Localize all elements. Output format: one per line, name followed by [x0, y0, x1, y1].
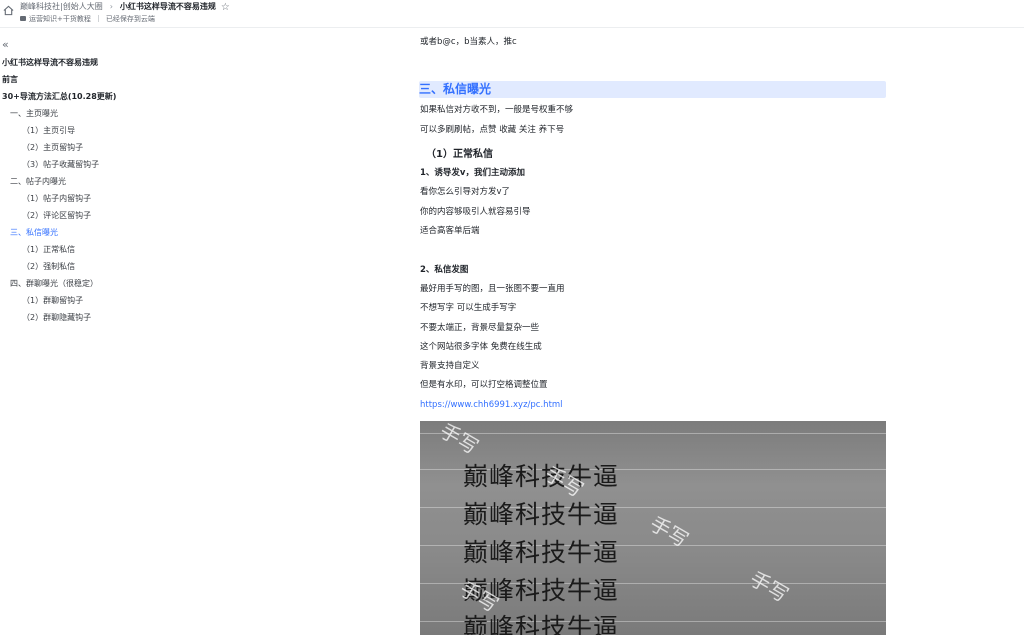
paragraph: 背景支持自定义: [420, 361, 480, 371]
item-title: 2、私信发图: [420, 265, 469, 275]
watermark: 手写: [745, 566, 793, 608]
paragraph: 不想写字 可以生成手写字: [420, 303, 517, 313]
toc-item[interactable]: （1）正常私信: [22, 245, 75, 255]
toc-item[interactable]: （2）强制私信: [22, 262, 75, 272]
paragraph: 看你怎么引导对方发v了: [420, 187, 511, 197]
toc-item[interactable]: （1）帖子内留钩子: [22, 194, 91, 204]
breadcrumb-parent[interactable]: 巅峰科技社|创始人大圈: [20, 2, 103, 11]
toc-item[interactable]: 二、帖子内曝光: [10, 177, 66, 187]
toc-item[interactable]: 30+导流方法汇总(10.28更新): [2, 92, 116, 102]
toc-item[interactable]: （2）评论区留钩子: [22, 211, 91, 221]
paragraph: 或者b@c，b当素人，推c: [420, 37, 517, 47]
breadcrumb-separator: ›: [109, 2, 113, 11]
watermark: 手写: [645, 511, 693, 553]
toc-item[interactable]: （1）主页引导: [22, 126, 75, 136]
handwriting-image[interactable]: 巅峰科技牛逼 巅峰科技牛逼 巅峰科技牛逼 巅峰科技牛逼 巅峰科技牛逼 手写 手写…: [420, 421, 886, 635]
toc-item[interactable]: （3）帖子收藏留钩子: [22, 160, 99, 170]
star-icon[interactable]: ☆: [221, 2, 230, 13]
paragraph: 适合高客单后端: [420, 226, 480, 236]
toc-item[interactable]: 一、主页曝光: [10, 109, 58, 119]
divider: [97, 15, 99, 22]
section-heading: 三、私信曝光: [419, 81, 886, 98]
toc-item[interactable]: 小红书这样导流不容易违规: [2, 58, 98, 68]
toc-item[interactable]: （1）群聊留钩子: [22, 296, 83, 306]
paragraph: 但是有水印，可以打空格调整位置: [420, 380, 548, 390]
toc-item[interactable]: （2）主页留钩子: [22, 143, 83, 153]
toc-item[interactable]: （2）群聊隐藏钩子: [22, 313, 91, 323]
home-icon[interactable]: [3, 5, 14, 16]
external-link[interactable]: https://www.chh6991.xyz/pc.html: [420, 399, 563, 411]
paragraph: 如果私信对方收不到，一般是号权重不够: [420, 105, 574, 115]
paragraph: 你的内容够吸引人就容易引导: [420, 207, 531, 217]
handwriting-line: 巅峰科技牛逼: [463, 462, 620, 491]
page-title: 小红书这样导流不容易违规: [119, 2, 216, 11]
subheading: （1）正常私信: [426, 149, 493, 160]
paragraph: 可以多刷刷帖，点赞 收藏 关注 养下号: [420, 125, 565, 135]
section-heading-text: 三、私信曝光: [419, 82, 492, 96]
item-title: 1、诱导发v，我们主动添加: [420, 168, 525, 178]
save-status: 已经保存到云端: [105, 15, 155, 23]
paragraph: 这个网站很多字体 免费在线生成: [420, 342, 542, 352]
folder-icon: [20, 16, 26, 21]
doc-meta: 运营知识+干货教程 已经保存到云端: [20, 14, 155, 24]
collapse-sidebar-icon[interactable]: «: [2, 39, 9, 50]
handwriting-line: 巅峰科技牛逼: [463, 538, 620, 567]
paragraph: 不要太端正，背景尽量复杂一些: [420, 323, 540, 333]
paragraph: 最好用手写的图，且一张图不要一直用: [420, 284, 565, 294]
handwriting-line: 巅峰科技牛逼: [463, 500, 620, 529]
breadcrumb: 巅峰科技社|创始人大圈 › 小红书这样导流不容易违规 ☆: [20, 1, 230, 13]
watermark: 手写: [435, 421, 483, 460]
folder-link[interactable]: 运营知识+干货教程: [29, 15, 91, 23]
toc-item-active[interactable]: 三、私信曝光: [10, 228, 58, 238]
top-bar: 巅峰科技社|创始人大圈 › 小红书这样导流不容易违规 ☆ 运营知识+干货教程 已经保存到…: [0, 0, 1024, 28]
toc-item[interactable]: 四、群聊曝光（很稳定）: [10, 279, 98, 289]
toc-item[interactable]: 前言: [2, 75, 18, 85]
